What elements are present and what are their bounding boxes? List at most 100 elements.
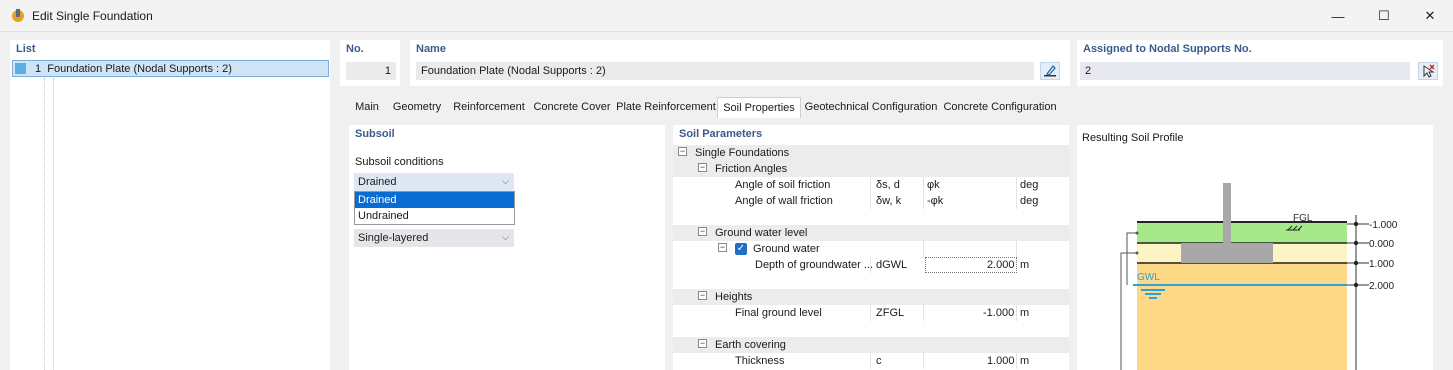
- tree-row-friction-angles[interactable]: − Friction Angles: [673, 161, 1069, 177]
- number-field[interactable]: 1: [346, 62, 396, 80]
- param-name: Angle of soil friction: [735, 179, 831, 191]
- param-value: -1.000: [983, 307, 1015, 319]
- param-name: Angle of wall friction: [735, 195, 833, 207]
- collapse-icon[interactable]: −: [698, 163, 707, 172]
- tab-soil-properties[interactable]: Soil Properties: [717, 97, 801, 119]
- name-header: Name: [416, 43, 446, 55]
- list-item-number: 1: [35, 63, 42, 75]
- param-value: φk: [927, 179, 940, 191]
- tree-row-ground-water[interactable]: − ✓ Ground water: [673, 241, 1069, 257]
- subsoil-layer: [1137, 262, 1347, 370]
- soil-parameters-section: Soil Parameters − Single Foundations − F…: [673, 125, 1069, 370]
- param-row[interactable]: Thickness c 1.000 m: [673, 353, 1069, 369]
- tree-label: Single Foundations: [695, 147, 790, 159]
- pick-cursor-icon: [1423, 64, 1435, 78]
- param-symbol: δs, d: [876, 179, 900, 191]
- level-label: 2.000: [1369, 281, 1394, 292]
- param-row[interactable]: Final ground level ZFGL -1.000 m: [673, 305, 1069, 321]
- tab-main[interactable]: Main: [348, 97, 386, 119]
- list-header: List: [16, 43, 36, 55]
- tree-row-ground-water-level[interactable]: − Ground water level: [673, 225, 1069, 241]
- collapse-icon[interactable]: −: [678, 147, 687, 156]
- param-name: Thickness: [735, 355, 785, 367]
- number-panel: No. 1: [340, 40, 400, 86]
- level-label: 0.000: [1369, 239, 1394, 250]
- chevron-down-icon: ⌵: [502, 232, 509, 242]
- param-symbol: c: [876, 355, 882, 367]
- collapse-icon[interactable]: −: [698, 339, 707, 348]
- ground-water-checkbox[interactable]: ✓: [735, 243, 747, 255]
- tree-row-earth-covering[interactable]: − Earth covering: [673, 337, 1069, 353]
- title-bar: Edit Single Foundation — ☐ ✕: [0, 0, 1453, 32]
- param-unit: m: [1020, 355, 1030, 367]
- param-symbol: ZFGL: [876, 307, 905, 319]
- tab-concrete-configuration[interactable]: Concrete Configuration: [942, 97, 1058, 119]
- tree-guide-line: [53, 78, 54, 370]
- edit-pencil-icon: [1044, 65, 1056, 77]
- column: [1223, 183, 1231, 243]
- assigned-field[interactable]: 2: [1080, 62, 1410, 80]
- tree-label: Ground water level: [715, 227, 808, 239]
- param-value: 1.000: [987, 355, 1015, 367]
- tab-geotechnical-configuration[interactable]: Geotechnical Configuration: [803, 97, 939, 119]
- tab-geometry[interactable]: Geometry: [390, 97, 444, 119]
- assigned-header: Assigned to Nodal Supports No.: [1083, 43, 1252, 55]
- soil-profile-diagram: FGL GWL -1.000 0.000 1.000 2.000: [1120, 183, 1398, 370]
- tree-label: Heights: [715, 291, 753, 303]
- close-button[interactable]: ✕: [1407, 0, 1453, 32]
- color-swatch: [15, 63, 26, 74]
- param-unit: m: [1020, 259, 1030, 271]
- maximize-button[interactable]: ☐: [1361, 0, 1407, 32]
- number-header: No.: [346, 43, 364, 55]
- fgl-label: FGL: [1293, 213, 1313, 224]
- minimize-button[interactable]: —: [1315, 0, 1361, 32]
- tab-concrete-cover[interactable]: Concrete Cover: [532, 97, 612, 119]
- option-drained[interactable]: Drained: [355, 192, 514, 208]
- level-label: 1.000: [1369, 259, 1394, 270]
- param-unit: deg: [1020, 195, 1039, 207]
- subsoil-section: Subsoil Subsoil conditions Drained ⌵ Sin…: [349, 125, 665, 370]
- subsoil-conditions-value: Drained: [358, 176, 397, 188]
- tree-label: Ground water: [753, 243, 820, 255]
- option-undrained[interactable]: Undrained: [355, 208, 514, 224]
- tab-plate-reinforcement[interactable]: Plate Reinforcement: [616, 97, 716, 119]
- param-row[interactable]: Angle of wall friction δw, k -φk deg: [673, 193, 1069, 209]
- cover-layer: [1137, 222, 1347, 243]
- layering-value: Single-layered: [358, 232, 429, 244]
- subsoil-conditions-dropdown[interactable]: Drained ⌵: [354, 173, 514, 191]
- subsoil-header: Subsoil: [355, 128, 395, 140]
- subsoil-conditions-label: Subsoil conditions: [355, 156, 444, 168]
- chevron-down-icon: ⌵: [502, 176, 509, 186]
- param-row[interactable]: Depth of groundwater ... dGWL 2.000 m: [673, 257, 1069, 273]
- layering-dropdown[interactable]: Single-layered ⌵: [354, 229, 514, 247]
- param-name: Depth of groundwater ...: [755, 259, 874, 271]
- tree-row-single-foundations[interactable]: − Single Foundations: [673, 145, 1069, 161]
- soil-parameters-header: Soil Parameters: [679, 128, 763, 140]
- param-symbol: δw, k: [876, 195, 902, 207]
- name-field[interactable]: Foundation Plate (Nodal Supports : 2): [416, 62, 1034, 80]
- list-item-label: Foundation Plate (Nodal Supports : 2): [47, 63, 232, 75]
- collapse-icon[interactable]: −: [698, 227, 707, 236]
- select-nodes-button[interactable]: [1418, 62, 1438, 80]
- footing: [1181, 243, 1273, 263]
- tab-reinforcement[interactable]: Reinforcement: [450, 97, 528, 119]
- param-symbol: dGWL: [876, 259, 908, 271]
- param-unit: m: [1020, 307, 1030, 319]
- dropdown-options-list: Drained Undrained: [354, 191, 515, 225]
- tree-guide-line: [44, 78, 45, 370]
- tree-row-heights[interactable]: − Heights: [673, 289, 1069, 305]
- level-label: -1.000: [1369, 220, 1398, 231]
- collapse-icon[interactable]: −: [718, 243, 727, 252]
- gwl-label: GWL: [1137, 272, 1160, 283]
- param-unit: deg: [1020, 179, 1039, 191]
- tree-label: Earth covering: [715, 339, 786, 351]
- edit-name-button[interactable]: [1040, 62, 1060, 80]
- app-icon: [12, 9, 24, 22]
- param-row[interactable]: Angle of soil friction δs, d φk deg: [673, 177, 1069, 193]
- param-value: -φk: [927, 195, 944, 207]
- list-item[interactable]: 1 Foundation Plate (Nodal Supports : 2): [12, 60, 329, 77]
- window-title: Edit Single Foundation: [32, 9, 153, 23]
- name-panel: Name Foundation Plate (Nodal Supports : …: [410, 40, 1070, 86]
- collapse-icon[interactable]: −: [698, 291, 707, 300]
- tree-label: Friction Angles: [715, 163, 788, 175]
